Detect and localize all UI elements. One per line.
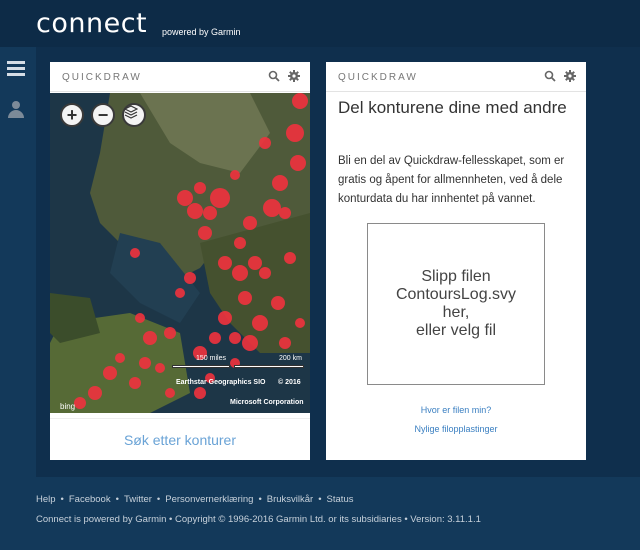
attribution-year: © 2016: [278, 379, 301, 386]
left-rail: [0, 47, 36, 477]
dropzone-line-3: her,: [442, 304, 470, 321]
zoom-out-button[interactable]: −: [91, 103, 115, 127]
layers-button[interactable]: [122, 103, 146, 127]
main-content: QUICKDRAW + − 150 miles 200 km Earthstar…: [36, 47, 640, 477]
dropzone-line-1: Slipp filen: [421, 268, 491, 285]
footer-privacy-link[interactable]: Personvernerklæring: [165, 494, 253, 505]
map-card: QUICKDRAW + − 150 miles 200 km Earthstar…: [50, 62, 310, 460]
dropzone-filename: ContoursLog.svy: [395, 286, 517, 303]
file-dropzone[interactable]: Slipp filen ContoursLog.svy her, eller v…: [367, 223, 545, 385]
connect-logo[interactable]: connect: [36, 8, 147, 39]
search-contours-link[interactable]: Søk etter konturer: [50, 418, 310, 460]
recent-uploads-link[interactable]: Nylige filopplastinger: [326, 424, 586, 434]
choose-file-link[interactable]: eller velg fil: [416, 322, 496, 340]
scale-miles-bar: [172, 365, 230, 368]
upload-heading: Del konturene dine med andre: [338, 98, 567, 117]
gear-icon[interactable]: [288, 70, 300, 82]
attribution-microsoft: Microsoft Corporation: [230, 399, 304, 406]
app-header: connect powered by Garmin: [0, 0, 640, 47]
footer-links: Help • Facebook • Twitter • Personvernerklærin…: [36, 494, 354, 505]
search-icon[interactable]: [268, 70, 280, 82]
footer-status-link[interactable]: Status: [327, 494, 354, 505]
upload-card-title: QUICKDRAW: [338, 72, 418, 83]
menu-icon[interactable]: [7, 61, 27, 81]
search-icon[interactable]: [544, 70, 556, 82]
layers-icon: [124, 105, 138, 119]
satellite-map[interactable]: + − 150 miles 200 km Earthstar Geographi…: [50, 93, 310, 413]
footer-facebook-link[interactable]: Facebook: [69, 494, 111, 505]
powered-by-label: powered by Garmin: [162, 27, 241, 37]
upload-card: QUICKDRAW Del konturene dine med andre B…: [326, 62, 586, 460]
footer-copyright: Connect is powered by Garmin • Copyright…: [36, 514, 481, 525]
where-is-file-link[interactable]: Hvor er filen min?: [326, 405, 586, 415]
upload-card-header: QUICKDRAW: [326, 62, 586, 92]
upload-description: Bli en del av Quickdraw-fellesskapet, so…: [338, 155, 565, 205]
user-icon[interactable]: [7, 101, 27, 121]
zoom-in-button[interactable]: +: [60, 103, 84, 127]
bing-logo: bing: [60, 402, 76, 411]
footer-twitter-link[interactable]: Twitter: [124, 494, 152, 505]
footer-terms-link[interactable]: Bruksvilkår: [267, 494, 313, 505]
scale-miles-label: 150 miles: [196, 355, 226, 362]
map-card-title: QUICKDRAW: [62, 72, 142, 83]
map-card-header: QUICKDRAW: [50, 62, 310, 92]
scale-km-label: 200 km: [279, 355, 302, 362]
gear-icon[interactable]: [564, 70, 576, 82]
scale-km-bar: [234, 365, 304, 368]
attribution-earthstar: Earthstar Geographics SIO: [176, 379, 266, 386]
footer-help-link[interactable]: Help: [36, 494, 56, 505]
